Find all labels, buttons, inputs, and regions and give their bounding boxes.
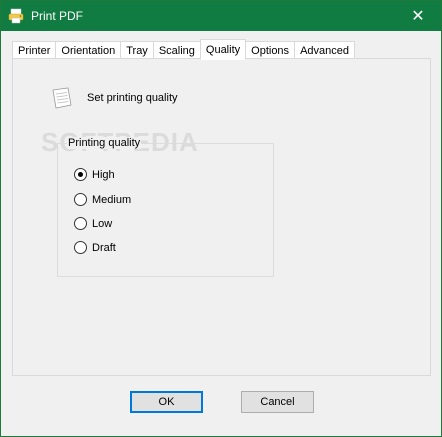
radio-label: Draft — [92, 241, 116, 254]
quality-tab-panel: SOFTPEDIA Set printing quality Printing … — [12, 58, 431, 376]
radio-button[interactable] — [74, 241, 87, 254]
close-icon: ✕ — [411, 8, 425, 25]
tab-quality[interactable]: Quality — [199, 39, 247, 60]
radio-button[interactable] — [74, 217, 87, 230]
radio-button-checked[interactable] — [74, 168, 87, 181]
printer-app-icon — [8, 8, 24, 24]
radio-label: High — [92, 168, 115, 181]
radio-medium[interactable]: Medium — [74, 193, 131, 206]
panel-header-label: Set printing quality — [87, 92, 178, 104]
radio-high[interactable]: High — [74, 168, 115, 181]
radio-low[interactable]: Low — [74, 217, 112, 230]
tab-strip: Printer Orientation Tray Scaling Quality… — [12, 39, 355, 60]
document-settings-icon — [51, 87, 75, 109]
group-label: Printing quality — [67, 137, 142, 149]
panel-header: Set printing quality — [51, 87, 178, 109]
window-title: Print PDF — [31, 9, 84, 23]
title-bar[interactable]: Print PDF ✕ — [1, 1, 441, 31]
print-pdf-window: Print PDF ✕ Printer Orientation Tray Sca… — [0, 0, 442, 437]
radio-label: Low — [92, 217, 113, 230]
cancel-button[interactable]: Cancel — [241, 391, 314, 413]
radio-draft[interactable]: Draft — [74, 241, 116, 254]
ok-button[interactable]: OK — [130, 391, 203, 413]
printing-quality-group: Printing quality High Medium Low Draft — [57, 137, 274, 277]
radio-label: Medium — [92, 193, 132, 206]
close-button[interactable]: ✕ — [395, 1, 441, 31]
radio-button[interactable] — [74, 193, 87, 206]
